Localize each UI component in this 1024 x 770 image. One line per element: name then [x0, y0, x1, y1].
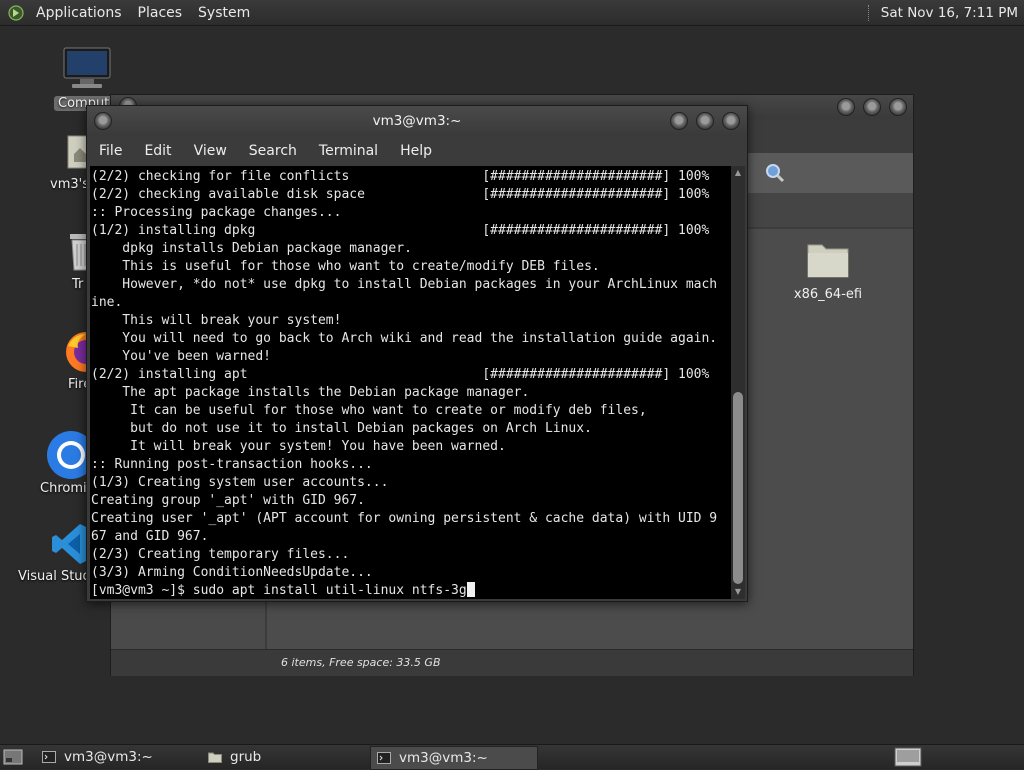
- terminal-line: but do not use it to install Debian pack…: [91, 421, 592, 436]
- taskbar-label: grub: [230, 749, 262, 765]
- terminal-line: You've been warned!: [91, 349, 272, 364]
- distro-logo-icon[interactable]: [8, 4, 24, 21]
- terminal-output[interactable]: (2/2) checking for file conflicts [#####…: [90, 166, 731, 599]
- terminal-line: (2/2) checking available disk space [###…: [91, 187, 710, 202]
- desktop-label-chromium[interactable]: Chromi: [40, 481, 87, 496]
- fm-maximize-button[interactable]: [863, 98, 881, 116]
- terminal-titlebar[interactable]: vm3@vm3:~: [87, 106, 747, 136]
- terminal-line: The apt package installs the Debian pack…: [91, 385, 530, 400]
- terminal-line: You will need to go back to Arch wiki an…: [91, 331, 718, 346]
- menu-file[interactable]: File: [87, 143, 132, 159]
- fm-minimize-button[interactable]: [837, 98, 855, 116]
- terminal-window[interactable]: vm3@vm3:~ File Edit View Search Terminal…: [86, 105, 748, 602]
- desktop-label-trash[interactable]: Tr: [72, 277, 83, 292]
- terminal-line: (2/2) checking for file conflicts [#####…: [91, 169, 710, 184]
- menu-view[interactable]: View: [182, 143, 237, 159]
- fm-close-button[interactable]: [889, 98, 907, 116]
- terminal-icon: [377, 752, 391, 764]
- terminal-line: It will break your system! You have been…: [91, 439, 506, 454]
- desktop-label-home[interactable]: vm3's: [50, 177, 89, 192]
- scroll-down-arrow-icon[interactable]: ▼: [733, 587, 743, 597]
- chromium-icon: [47, 431, 95, 479]
- terminal-line: (3/3) Arming ConditionNeedsUpdate...: [91, 565, 373, 580]
- terminal-line: Creating group '_apt' with GID 967.: [91, 493, 365, 508]
- applications-menu[interactable]: Applications: [28, 5, 130, 21]
- terminal-line: (2/2) installing apt [##################…: [91, 367, 710, 382]
- terminal-line: This will break your system!: [91, 313, 342, 328]
- terminal-menubar: File Edit View Search Terminal Help: [87, 136, 747, 166]
- panel-separator: [867, 4, 871, 21]
- terminal-prompt-line[interactable]: [vm3@vm3 ~]$ sudo apt install util-linux…: [91, 582, 731, 599]
- show-desktop-icon[interactable]: [3, 749, 23, 765]
- terminal-line: This is useful for those who want to cre…: [91, 259, 600, 274]
- terminal-scrollbar[interactable]: ▲ ▼: [731, 166, 745, 599]
- terminal-line: dpkg installs Debian package manager.: [91, 241, 412, 256]
- terminal-title: vm3@vm3:~: [372, 113, 462, 129]
- menu-terminal[interactable]: Terminal: [307, 143, 388, 159]
- scroll-up-arrow-icon[interactable]: ▲: [733, 168, 743, 178]
- clock-text: Sat Nov 16, 7:11 PM: [880, 4, 1018, 21]
- terminal-line: It can be useful for those who want to c…: [91, 403, 647, 418]
- menu-help[interactable]: Help: [388, 143, 442, 159]
- taskbar-item-terminal-2[interactable]: vm3@vm3:~: [370, 746, 538, 770]
- system-menu[interactable]: System: [190, 5, 258, 21]
- terminal-icon: [42, 751, 56, 763]
- top-panel: Applications Places System Sat Nov 16, 7…: [0, 0, 1024, 26]
- menu-search[interactable]: Search: [237, 143, 307, 159]
- taskbar-item-terminal-1[interactable]: vm3@vm3:~: [36, 746, 198, 768]
- vscode-icon: [52, 524, 90, 564]
- desktop-label-vscode[interactable]: Visual Studi: [18, 569, 94, 584]
- taskbar-label: vm3@vm3:~: [64, 749, 153, 765]
- taskbar-item-grub[interactable]: grub: [202, 746, 364, 768]
- places-menu[interactable]: Places: [130, 5, 191, 21]
- menu-edit[interactable]: Edit: [132, 143, 181, 159]
- folder-icon: [807, 244, 849, 278]
- terminal-maximize-button[interactable]: [696, 112, 714, 130]
- terminal-line: However, *do not* use dpkg to install De…: [91, 277, 718, 292]
- terminal-line: (1/2) installing dpkg [#################…: [91, 223, 710, 238]
- taskbar-label: vm3@vm3:~: [399, 750, 488, 766]
- desktop-icon-vscode[interactable]: [52, 522, 90, 570]
- terminal-prompt: [vm3@vm3 ~]$ sudo apt install util-linux…: [91, 583, 467, 598]
- file-manager-statusbar: 6 items, Free space: 33.5 GB: [111, 649, 913, 676]
- desktop-icon-computer[interactable]: [62, 46, 112, 96]
- scrollbar-thumb[interactable]: [733, 392, 743, 584]
- status-text: 6 items, Free space: 33.5 GB: [281, 656, 441, 669]
- terminal-line: :: Running post-transaction hooks...: [91, 457, 373, 472]
- bottom-panel: vm3@vm3:~ grub vm3@vm3:~: [0, 744, 1024, 770]
- folder-item-x86-64-efi[interactable]: x86_64-efi: [793, 239, 863, 302]
- terminal-line: (2/3) Creating temporary files...: [91, 547, 350, 562]
- terminal-line: :: Processing package changes...: [91, 205, 342, 220]
- terminal-close-button[interactable]: [722, 112, 740, 130]
- workspace-switcher-icon[interactable]: [894, 747, 922, 767]
- folder-label: x86_64-efi: [793, 287, 863, 302]
- text-cursor: [466, 582, 475, 597]
- search-icon[interactable]: [765, 163, 785, 183]
- clock[interactable]: Sat Nov 16, 7:11 PM: [867, 0, 1018, 25]
- computer-icon: [63, 47, 111, 88]
- terminal-minimize-button[interactable]: [670, 112, 688, 130]
- terminal-line: Creating user '_apt' (APT account for ow…: [91, 511, 718, 526]
- terminal-line: ine.: [91, 295, 123, 310]
- folder-icon: [208, 752, 222, 763]
- desktop-icon-chromium[interactable]: [46, 430, 95, 484]
- terminal-text: (2/2) checking for file conflicts [#####…: [90, 166, 731, 599]
- terminal-line: 67 and GID 967.: [91, 529, 209, 544]
- terminal-line: (1/3) Creating system user accounts...: [91, 475, 389, 490]
